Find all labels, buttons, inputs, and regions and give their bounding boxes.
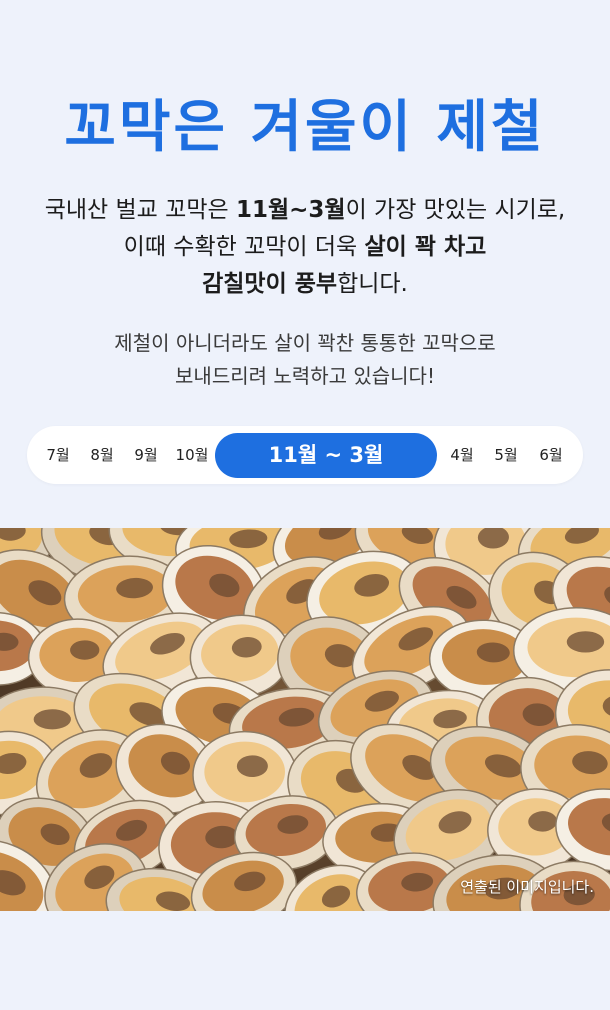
note: 제철이 아니더라도 살이 꽉찬 통통한 꼬막으로 보내드리려 노력하고 있습니다… bbox=[0, 327, 610, 393]
month-10: 10월 bbox=[175, 446, 209, 464]
highlight-text: 감칠맛이 풍부 bbox=[202, 271, 338, 297]
description-text: 합니다. bbox=[337, 271, 408, 297]
season-month-bar: 7월 8월 9월 10월 11월 ~ 3월 4월 5월 6월 bbox=[27, 426, 583, 484]
note-line-1: 제철이 아니더라도 살이 꽉찬 통통한 꼬막으로 bbox=[114, 331, 496, 355]
cockle-pile-illustration bbox=[0, 528, 610, 911]
description-text: 국내산 벌교 꼬막은 bbox=[44, 197, 236, 223]
highlight-text: 살이 꽉 차고 bbox=[364, 234, 487, 260]
photo-caption: 연출된 이미지입니다. bbox=[460, 878, 594, 896]
description-line-1: 국내산 벌교 꼬막은 11월~3월이 가장 맛있는 시기로, bbox=[0, 192, 610, 229]
month-4: 4월 bbox=[450, 446, 474, 464]
month-9: 9월 bbox=[134, 446, 158, 464]
month-8: 8월 bbox=[90, 446, 114, 464]
note-line-2: 보내드리려 노력하고 있습니다! bbox=[175, 364, 435, 388]
month-7: 7월 bbox=[46, 446, 70, 464]
description-line-2: 이때 수확한 꼬막이 더욱 살이 꽉 차고 bbox=[0, 229, 610, 266]
description-text: 이때 수확한 꼬막이 더욱 bbox=[123, 234, 365, 260]
description-text: 이 가장 맛있는 시기로, bbox=[345, 197, 566, 223]
headline: 꼬막은 겨울이 제철 bbox=[64, 95, 546, 160]
cockle-photo: 연출된 이미지입니다. bbox=[0, 528, 610, 911]
month-5: 5월 bbox=[494, 446, 518, 464]
description: 국내산 벌교 꼬막은 11월~3월이 가장 맛있는 시기로, 이때 수확한 꼬막… bbox=[0, 192, 610, 303]
season-highlight: 11월~3월 bbox=[235, 197, 346, 223]
month-6: 6월 bbox=[539, 446, 563, 464]
season-highlight-pill: 11월 ~ 3월 bbox=[215, 433, 437, 478]
description-line-3: 감칠맛이 풍부합니다. bbox=[0, 266, 610, 303]
